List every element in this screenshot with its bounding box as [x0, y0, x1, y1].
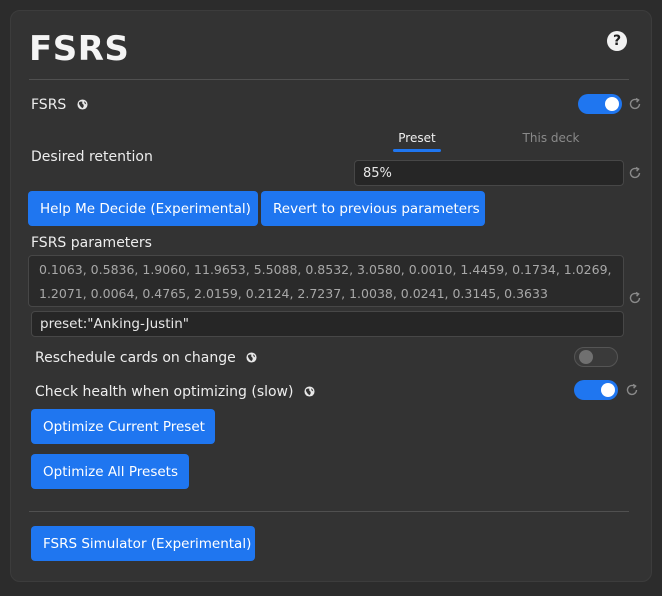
fsrs-parameters-line: 0.1063, 0.5836, 1.9060, 11.9653, 5.5088,…	[39, 262, 612, 277]
check-health-toggle[interactable]	[574, 380, 618, 400]
optimize-all-presets-button[interactable]: Optimize All Presets	[31, 454, 189, 489]
revert-parameters-button[interactable]: Revert to previous parameters	[261, 191, 485, 226]
optimize-current-preset-button[interactable]: Optimize Current Preset	[31, 409, 215, 444]
page-title: FSRS	[29, 29, 130, 69]
globe-icon[interactable]	[304, 386, 315, 397]
reschedule-label: Reschedule cards on change	[35, 350, 236, 366]
reset-icon[interactable]	[628, 166, 642, 180]
reset-icon[interactable]	[625, 383, 639, 397]
fsrs-parameters-field[interactable]: 0.1063, 0.5836, 1.9060, 11.9653, 5.5088,…	[28, 255, 624, 307]
check-health-row: Check health when optimizing (slow)	[35, 384, 315, 400]
desired-retention-label: Desired retention	[31, 149, 153, 165]
fsrs-toggle-row: FSRS	[31, 97, 88, 113]
help-icon[interactable]: ?	[607, 31, 627, 51]
preset-search-input[interactable]	[31, 311, 624, 337]
fsrs-parameters-line: 1.2071, 0.0064, 0.4765, 2.0159, 0.2124, …	[39, 286, 548, 301]
globe-icon[interactable]	[77, 99, 88, 110]
reset-icon[interactable]	[628, 97, 642, 111]
fsrs-parameters-label: FSRS parameters	[31, 235, 152, 251]
toggle-knob	[579, 350, 593, 364]
desired-retention-input[interactable]	[354, 160, 624, 186]
tab-preset[interactable]: Preset	[387, 131, 447, 145]
check-health-label: Check health when optimizing (slow)	[35, 384, 294, 400]
globe-icon[interactable]	[246, 352, 257, 363]
reschedule-toggle[interactable]	[574, 347, 618, 367]
reset-icon[interactable]	[628, 291, 642, 305]
fsrs-toggle[interactable]	[578, 94, 622, 114]
header-divider	[29, 79, 629, 80]
section-divider	[29, 511, 629, 512]
tab-this-deck[interactable]: This deck	[521, 131, 581, 145]
fsrs-panel: FSRS ? FSRS Preset This deck Desired ret…	[10, 10, 652, 582]
toggle-knob	[601, 383, 615, 397]
reschedule-row: Reschedule cards on change	[35, 350, 257, 366]
toggle-knob	[605, 97, 619, 111]
tab-preset-underline	[393, 149, 441, 152]
fsrs-simulator-button[interactable]: FSRS Simulator (Experimental)	[31, 526, 255, 561]
fsrs-label: FSRS	[31, 97, 67, 113]
help-me-decide-button[interactable]: Help Me Decide (Experimental)	[28, 191, 258, 226]
